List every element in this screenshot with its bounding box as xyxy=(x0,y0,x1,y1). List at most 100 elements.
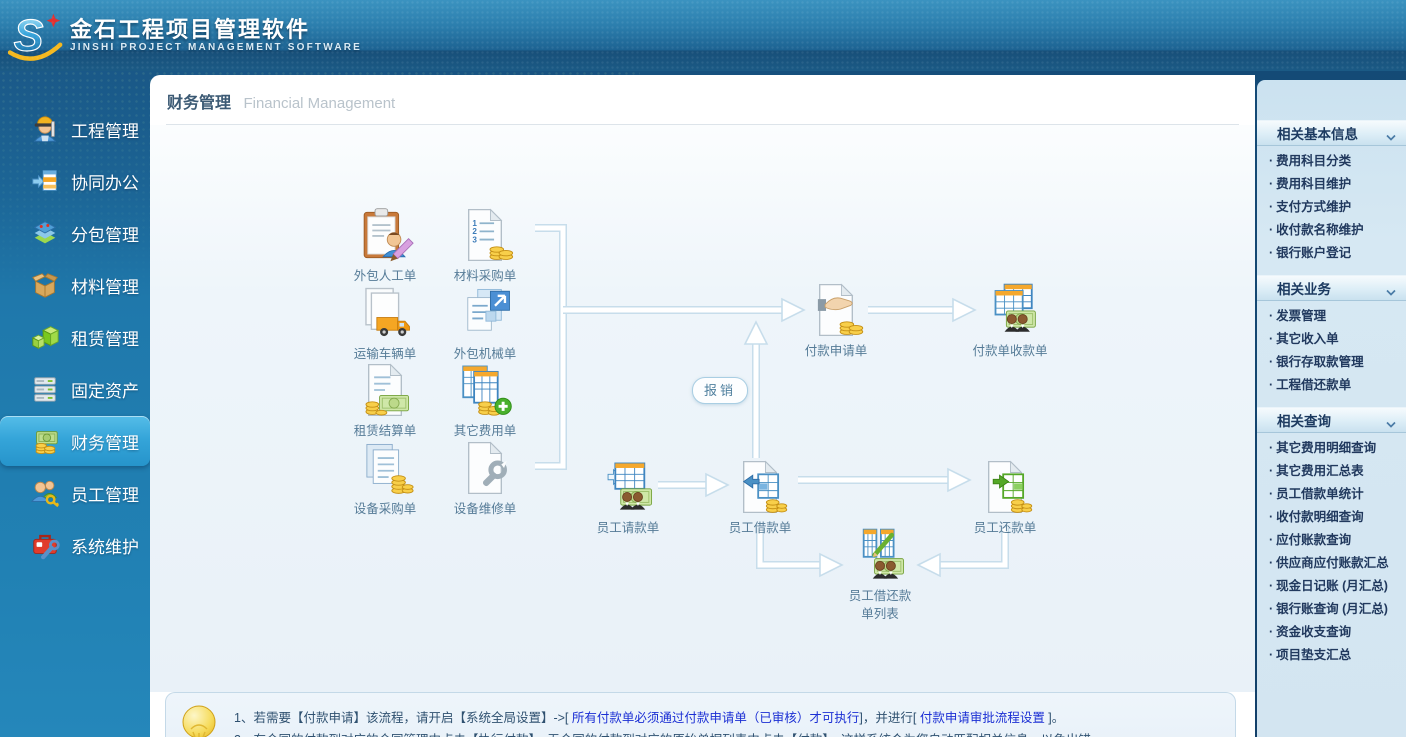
panel-section-header[interactable]: 相关查询 xyxy=(1257,407,1406,433)
sidebar-item-staff-mgmt[interactable]: 员工管理 xyxy=(0,467,150,519)
reimburse-badge: 报销 xyxy=(692,377,748,404)
sidebar-item-label: 系统维护 xyxy=(71,533,139,558)
panel-item[interactable]: 银行账查询 (月汇总) xyxy=(1257,598,1406,621)
layers-icon xyxy=(30,218,60,248)
sidebar-item-label: 材料管理 xyxy=(71,273,139,298)
docs-truck-icon xyxy=(356,284,414,342)
panel-section-title: 相关查询 xyxy=(1277,410,1331,430)
note-text-segment: ]，并进行[ xyxy=(859,711,919,725)
sheets-money-people-icon xyxy=(981,281,1039,339)
worker-icon xyxy=(30,114,60,144)
flow-node-material-purchase[interactable]: 123 材料采购单 xyxy=(430,206,540,285)
flow-node-payment-receipt[interactable]: 付款单收款单 xyxy=(955,281,1065,360)
sidebar-item-collab-office[interactable]: 协同办公 xyxy=(0,155,150,207)
note-box: 1、若需要【付款申请】该流程，请开启【系统全局设置】->[ 所有付款单必须通过付… xyxy=(165,692,1236,737)
panel-item[interactable]: 费用科目维护 xyxy=(1257,173,1406,196)
app-title: 金石工程项目管理软件 xyxy=(70,17,362,42)
flow-node-staff-loan[interactable]: 员工借款单 xyxy=(705,458,815,537)
panel-item[interactable]: 资金收支查询 xyxy=(1257,621,1406,644)
panel-item[interactable]: 其它费用明细查询 xyxy=(1257,437,1406,460)
sidebar-item-label: 工程管理 xyxy=(71,117,139,142)
flow-node-label: 员工借款单 xyxy=(729,521,792,535)
app-header: S 金石工程项目管理软件 JINSHI PROJECT MANAGEMENT S… xyxy=(0,0,1406,71)
panel-item[interactable]: 现金日记账 (月汇总) xyxy=(1257,575,1406,598)
panel-item[interactable]: 员工借款单统计 xyxy=(1257,483,1406,506)
panel-item[interactable]: 银行存取款管理 xyxy=(1257,351,1406,374)
note-link[interactable]: 付款申请审批流程设置 xyxy=(920,711,1045,725)
sidebar-item-fixed-assets[interactable]: 固定资产 xyxy=(0,363,150,415)
panel-section-header[interactable]: 相关业务 xyxy=(1257,275,1406,301)
flow-node-lease-settlement[interactable]: 租赁结算单 xyxy=(330,361,440,440)
doc-stack-icon xyxy=(30,166,60,196)
sidebar-item-project-mgmt[interactable]: 工程管理 xyxy=(0,103,150,155)
flow-node-label: 材料采购单 xyxy=(454,269,517,283)
chevron-down-icon xyxy=(1386,284,1396,292)
panel-item[interactable]: 收付款明细查询 xyxy=(1257,506,1406,529)
flow-node-transport-vehicle[interactable]: 运输车辆单 xyxy=(330,284,440,363)
flow-node-equipment-repair[interactable]: 设备维修单 xyxy=(430,439,540,518)
flow-node-label: 员工请款单 xyxy=(597,521,660,535)
sidebar-item-label: 协同办公 xyxy=(71,169,139,194)
flow-node-equipment-purchase[interactable]: 设备采购单 xyxy=(330,439,440,518)
server-icon xyxy=(30,374,60,404)
sheets-coins-plus-icon xyxy=(456,361,514,419)
doc-hand-coins-icon xyxy=(807,281,865,339)
panel-section-header[interactable]: 相关基本信息 xyxy=(1257,120,1406,146)
flow-node-label: 设备采购单 xyxy=(354,502,417,516)
panel-item[interactable]: 应付账款查询 xyxy=(1257,529,1406,552)
panel-item[interactable]: 项目垫支汇总 xyxy=(1257,644,1406,667)
note-line: 1、若需要【付款申请】该流程，请开启【系统全局设置】->[ 所有付款单必须通过付… xyxy=(234,707,1103,729)
panel-item[interactable]: 银行账户登记 xyxy=(1257,242,1406,265)
flow-node-outsource-machine[interactable]: 外包机械单 xyxy=(430,284,540,363)
sidebar-nav: 工程管理 协同办公 分包管理 材料管理 租赁管理 固定资产 财务管理 员工管理 … xyxy=(0,71,150,737)
sidebar-item-lease-mgmt[interactable]: 租赁管理 xyxy=(0,311,150,363)
flow-node-label: 设备维修单 xyxy=(454,502,517,516)
sidebar-item-system-maint[interactable]: 系统维护 xyxy=(0,519,150,571)
app-logo-icon: S xyxy=(8,8,66,66)
clipboard-person-icon xyxy=(356,206,414,264)
sidebar-item-label: 固定资产 xyxy=(71,377,139,402)
sidebar-item-subcontract[interactable]: 分包管理 xyxy=(0,207,150,259)
flow-node-label: 付款申请单 xyxy=(805,344,868,358)
main-content: 财务管理 Financial Management 外包人工单 123 材料采购… xyxy=(150,75,1255,737)
panel-section-title: 相关基本信息 xyxy=(1277,123,1358,143)
flow-node-label: 运输车辆单 xyxy=(354,347,417,361)
sheet-money-people-icon xyxy=(599,458,657,516)
docs-coins-icon xyxy=(356,439,414,497)
flow-node-outsource-labor[interactable]: 外包人工单 xyxy=(330,206,440,285)
panel-item[interactable]: 支付方式维护 xyxy=(1257,196,1406,219)
svg-text:S: S xyxy=(14,11,44,60)
flow-node-staff-request[interactable]: 员工请款单 xyxy=(573,458,683,537)
flow-node-other-expense[interactable]: 其它费用单 xyxy=(430,361,540,440)
page-title: 财务管理 xyxy=(167,95,231,112)
panel-section-title: 相关业务 xyxy=(1277,278,1331,298)
sidebar-item-finance-mgmt[interactable]: 财务管理 xyxy=(0,416,150,466)
flow-node-staff-repay[interactable]: 员工还款单 xyxy=(950,458,1060,537)
panel-item[interactable]: 供应商应付账款汇总 xyxy=(1257,552,1406,575)
cubes-icon xyxy=(30,322,60,352)
panel-item[interactable]: 其它收入单 xyxy=(1257,328,1406,351)
panel-item[interactable]: 费用科目分类 xyxy=(1257,150,1406,173)
sidebar-item-material-mgmt[interactable]: 材料管理 xyxy=(0,259,150,311)
flow-node-label: 员工还款单 xyxy=(974,521,1037,535)
flow-node-staff-loan-list[interactable]: 员工借还款 单列表 xyxy=(825,526,935,623)
sidebar-item-label: 财务管理 xyxy=(71,429,139,454)
flow-node-payment-request[interactable]: 付款申请单 xyxy=(781,281,891,360)
flow-node-label: 其它费用单 xyxy=(454,424,517,438)
note-link[interactable]: 所有付款单必须通过付款申请单（已审核）才可执行 xyxy=(572,711,860,725)
lightbulb-icon xyxy=(178,703,220,737)
panel-item[interactable]: 其它费用汇总表 xyxy=(1257,460,1406,483)
panel-item[interactable]: 收付款名称维护 xyxy=(1257,219,1406,242)
flow-node-label: 外包机械单 xyxy=(454,347,517,361)
note-text-segment: 2、有合同的付款到对应的合同管理中点击【执行付款】，无合同的付款到对应的原始单据… xyxy=(234,733,1103,737)
svg-text:3: 3 xyxy=(472,235,477,244)
related-panel: 相关基本信息 费用科目分类费用科目维护支付方式维护收付款名称维护银行账户登记相关… xyxy=(1257,80,1406,737)
sidebar-item-label: 租赁管理 xyxy=(71,325,139,350)
app-subtitle: JINSHI PROJECT MANAGEMENT SOFTWARE xyxy=(70,42,362,54)
money-icon xyxy=(30,426,60,456)
panel-item[interactable]: 发票管理 xyxy=(1257,305,1406,328)
toolbox-icon xyxy=(30,530,60,560)
flow-arrows xyxy=(150,125,1255,692)
panel-item[interactable]: 工程借还款单 xyxy=(1257,374,1406,397)
app-root: S 金石工程项目管理软件 JINSHI PROJECT MANAGEMENT S… xyxy=(0,0,1406,737)
